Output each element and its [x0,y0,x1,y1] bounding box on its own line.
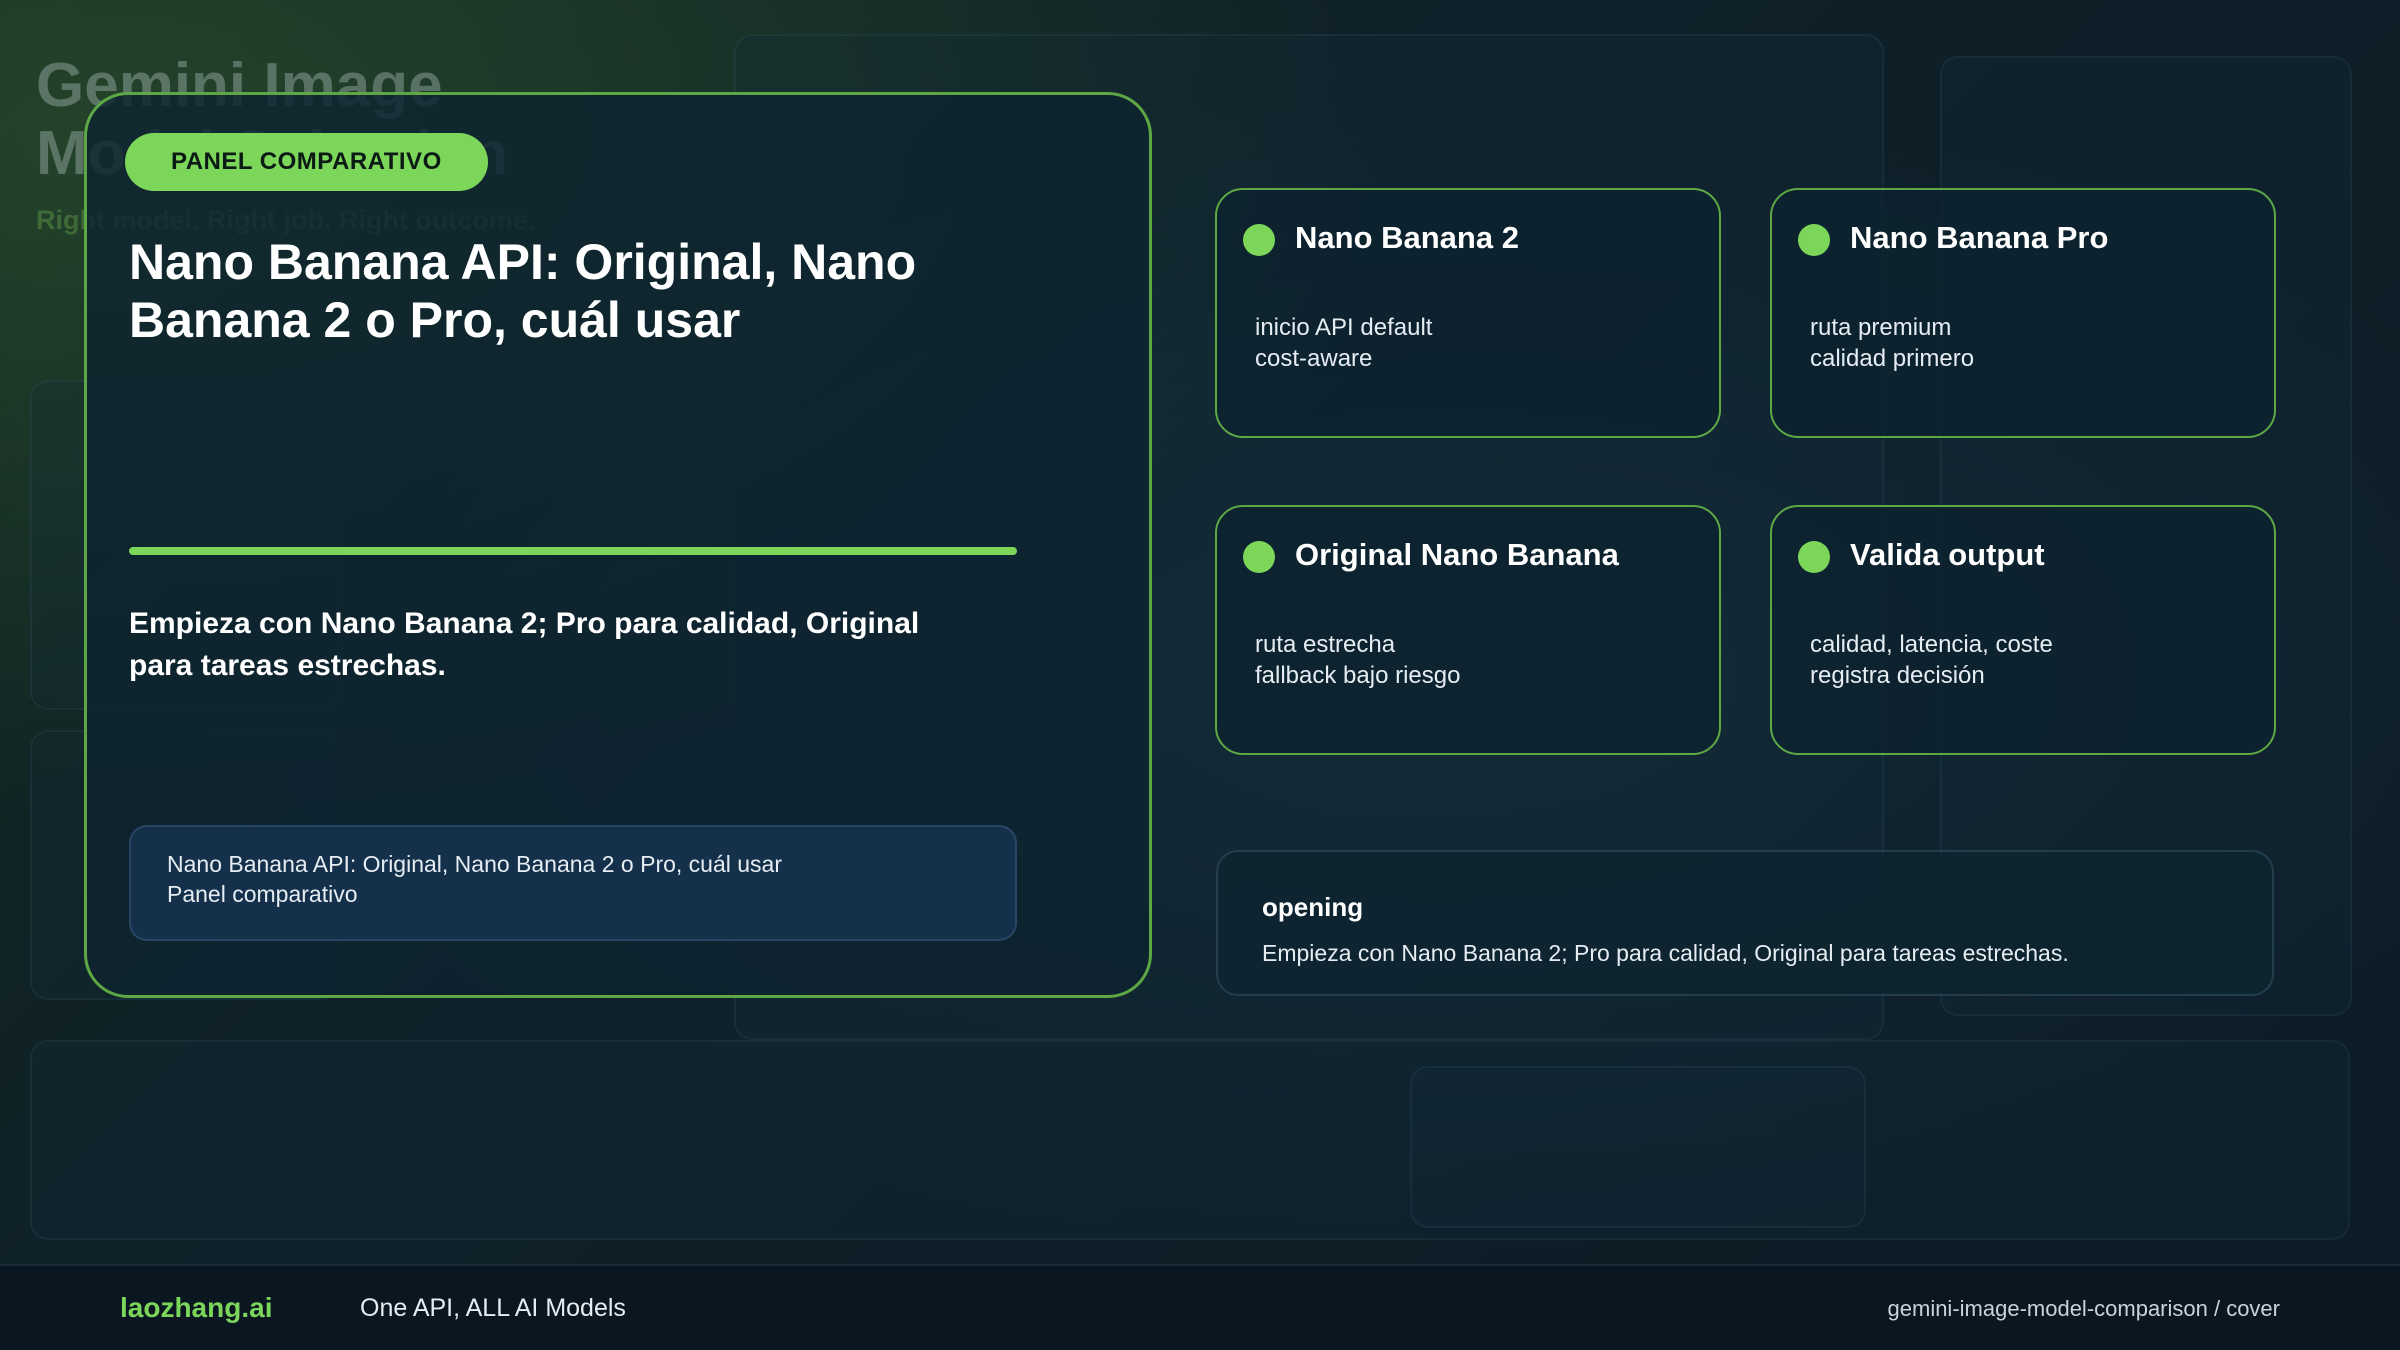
card-line: calidad primero [1810,345,1975,372]
card-title: Nano Banana 2 [1295,220,1519,255]
card-title: Original Nano Banana [1295,537,1619,572]
card-line: cost-aware [1255,345,1373,372]
status-dot-icon [1243,541,1275,573]
card-line: registra decisión [1810,662,1985,689]
card-validate-output: Valida output calidad, latencia, coste r… [1770,505,2276,755]
status-dot-icon [1798,224,1830,256]
card-line: inicio API default [1255,314,1433,341]
status-dot-icon [1798,541,1830,573]
background-guardrails-panel [30,1040,2350,1240]
panel-badge: PANEL COMPARATIVO [125,133,488,191]
page-title: Nano Banana API: Original, Nano Banana 2… [129,234,917,348]
card-line: ruta premium [1810,314,1952,341]
card-original-nano-banana: Original Nano Banana ruta estrecha fallb… [1215,505,1721,755]
card-nano-banana-2: Nano Banana 2 inicio API default cost-aw… [1215,188,1721,438]
card-title: Valida output [1850,537,2045,572]
status-dot-icon [1243,224,1275,256]
meta-box: Nano Banana API: Original, Nano Banana 2… [129,825,1017,941]
meta-line-title: Nano Banana API: Original, Nano Banana 2… [167,851,783,877]
opening-title: opening [1262,892,1364,922]
card-line: fallback bajo riesgo [1255,662,1461,689]
card-nano-banana-pro: Nano Banana Pro ruta premium calidad pri… [1770,188,2276,438]
footer-path: gemini-image-model-comparison / cover [1887,1296,2280,1321]
card-title: Nano Banana Pro [1850,220,2109,255]
footer: laozhang.ai One API, ALL AI Models gemin… [0,1264,2400,1350]
card-line: ruta estrecha [1255,631,1396,658]
page-subtitle: Empieza con Nano Banana 2; Pro para cali… [129,607,920,682]
opening-box: opening Empieza con Nano Banana 2; Pro p… [1216,850,2274,996]
main-panel: PANEL COMPARATIVO Nano Banana API: Origi… [84,92,1152,998]
accent-divider [129,547,1017,555]
background-escalate-panel [1410,1066,1866,1228]
meta-line-label: Panel comparativo [167,881,358,907]
footer-tagline: One API, ALL AI Models [360,1294,626,1322]
brand-link[interactable]: laozhang.ai [120,1292,272,1324]
opening-text: Empieza con Nano Banana 2; Pro para cali… [1262,940,2069,966]
card-line: calidad, latencia, coste [1810,631,2053,658]
